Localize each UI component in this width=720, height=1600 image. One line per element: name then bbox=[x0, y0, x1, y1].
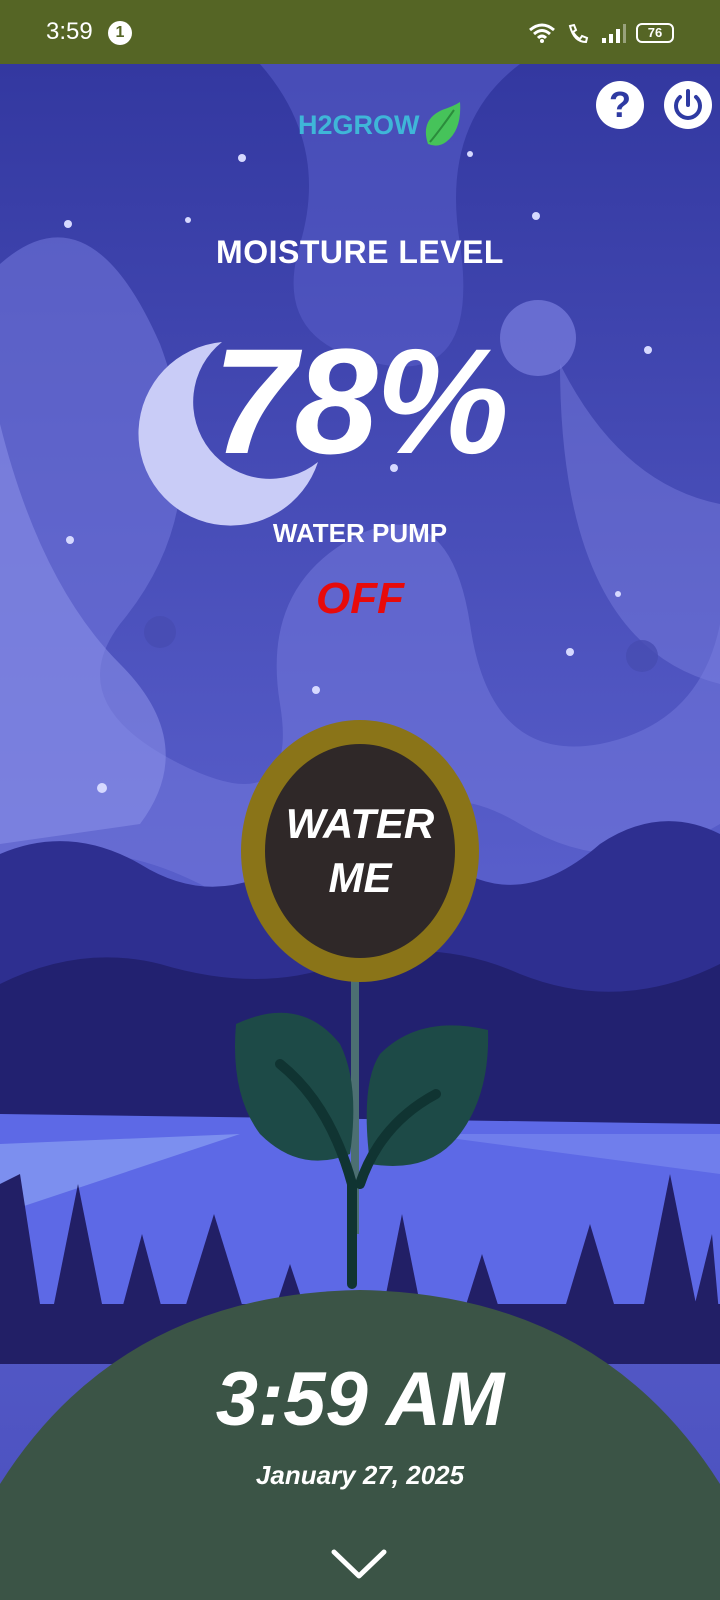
clock-date: January 27, 2025 bbox=[255, 1460, 465, 1490]
notification-badge: 1 bbox=[108, 21, 132, 45]
chevron-down-icon[interactable] bbox=[330, 1546, 388, 1582]
water-pump-status: OFF bbox=[316, 574, 404, 623]
battery-icon: 76 bbox=[636, 23, 674, 43]
clock-time: 3:59 AM bbox=[215, 1357, 505, 1442]
wifi-icon bbox=[529, 23, 555, 43]
leaf-icon bbox=[425, 102, 460, 146]
wifi-call-icon bbox=[568, 23, 589, 44]
help-button[interactable]: ? bbox=[596, 81, 644, 129]
water-me-button[interactable]: WATER ME bbox=[241, 720, 479, 982]
water-me-label: WATER ME bbox=[285, 800, 435, 901]
power-icon bbox=[674, 89, 702, 120]
status-time: 3:59 bbox=[46, 18, 93, 45]
logo-text: H2GROW bbox=[298, 109, 420, 140]
status-bar: 3:59 1 76 bbox=[0, 0, 720, 64]
moisture-level-value: 78% bbox=[212, 317, 509, 485]
status-icons: 76 bbox=[528, 18, 674, 48]
signal-icon bbox=[602, 24, 626, 43]
power-button[interactable] bbox=[664, 81, 712, 129]
moisture-level-title: MOISTURE LEVEL bbox=[216, 234, 504, 270]
app-logo: H2GROW bbox=[298, 100, 462, 150]
water-pump-label: WATER PUMP bbox=[272, 518, 448, 548]
